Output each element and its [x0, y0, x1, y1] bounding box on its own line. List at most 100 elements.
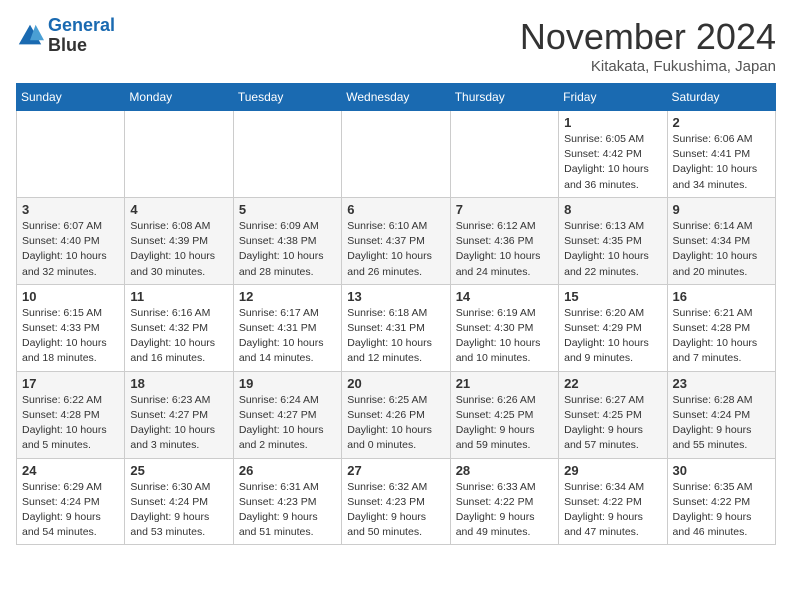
day-cell: 11 Sunrise: 6:16 AMSunset: 4:32 PMDayligh… — [125, 284, 233, 371]
day-info: Sunrise: 6:05 AMSunset: 4:42 PMDaylight:… — [564, 132, 661, 193]
day-cell: 8 Sunrise: 6:13 AMSunset: 4:35 PMDaylight… — [559, 197, 667, 284]
day-number: 25 — [130, 463, 227, 478]
day-info: Sunrise: 6:28 AMSunset: 4:24 PMDaylight:… — [673, 393, 770, 454]
day-cell: 5Sunrise: 6:09 AMSunset: 4:38 PMDaylight… — [233, 197, 341, 284]
day-cell: 27Sunrise: 6:32 AMSunset: 4:23 PMDayligh… — [342, 458, 450, 545]
day-number: 8 — [564, 202, 661, 217]
calendar-body: 1 Sunrise: 6:05 AMSunset: 4:42 PMDaylight… — [17, 111, 776, 545]
day-number: 2 — [673, 115, 770, 130]
day-info: Sunrise: 6:14 AMSunset: 4:34 PMDaylight:… — [673, 219, 770, 280]
day-info: Sunrise: 6:13 AMSunset: 4:35 PMDaylight:… — [564, 219, 661, 280]
day-info: Sunrise: 6:23 AMSunset: 4:27 PMDaylight:… — [130, 393, 227, 454]
day-number: 7 — [456, 202, 553, 217]
day-info: Sunrise: 6:07 AMSunset: 4:40 PMDaylight:… — [22, 219, 119, 280]
day-number: 15 — [564, 289, 661, 304]
header-tuesday: Tuesday — [233, 84, 341, 111]
month-title: November 2024 — [520, 16, 776, 58]
day-number: 28 — [456, 463, 553, 478]
day-info: Sunrise: 6:35 AMSunset: 4:22 PMDaylight:… — [673, 480, 770, 541]
header-row: SundayMondayTuesdayWednesdayThursdayFrid… — [17, 84, 776, 111]
day-number: 5 — [239, 202, 336, 217]
day-cell: 12Sunrise: 6:17 AMSunset: 4:31 PMDayligh… — [233, 284, 341, 371]
day-info: Sunrise: 6:18 AMSunset: 4:31 PMDaylight:… — [347, 306, 444, 367]
logo-icon — [16, 22, 44, 50]
day-cell: 9Sunrise: 6:14 AMSunset: 4:34 PMDaylight… — [667, 197, 775, 284]
day-info: Sunrise: 6:27 AMSunset: 4:25 PMDaylight:… — [564, 393, 661, 454]
day-cell: 19 Sunrise: 6:24 AMSunset: 4:27 PMDayligh… — [233, 371, 341, 458]
header-sunday: Sunday — [17, 84, 125, 111]
header-thursday: Thursday — [450, 84, 558, 111]
day-cell — [233, 111, 341, 198]
day-info: Sunrise: 6:29 AMSunset: 4:24 PMDaylight:… — [22, 480, 119, 541]
day-cell: 13 Sunrise: 6:18 AMSunset: 4:31 PMDayligh… — [342, 284, 450, 371]
day-number: 23 — [673, 376, 770, 391]
calendar-table: SundayMondayTuesdayWednesdayThursdayFrid… — [16, 83, 776, 545]
day-cell — [450, 111, 558, 198]
day-info: Sunrise: 6:30 AMSunset: 4:24 PMDaylight:… — [130, 480, 227, 541]
day-info: Sunrise: 6:12 AMSunset: 4:36 PMDaylight:… — [456, 219, 553, 280]
week-row-2: 3Sunrise: 6:07 AMSunset: 4:40 PMDaylight… — [17, 197, 776, 284]
day-cell: 23 Sunrise: 6:28 AMSunset: 4:24 PMDayligh… — [667, 371, 775, 458]
day-number: 4 — [130, 202, 227, 217]
day-cell: 25 Sunrise: 6:30 AMSunset: 4:24 PMDayligh… — [125, 458, 233, 545]
day-cell: 22Sunrise: 6:27 AMSunset: 4:25 PMDayligh… — [559, 371, 667, 458]
day-info: Sunrise: 6:20 AMSunset: 4:29 PMDaylight:… — [564, 306, 661, 367]
day-info: Sunrise: 6:21 AMSunset: 4:28 PMDaylight:… — [673, 306, 770, 367]
day-cell — [17, 111, 125, 198]
day-number: 16 — [673, 289, 770, 304]
day-cell: 6 Sunrise: 6:10 AMSunset: 4:37 PMDaylight… — [342, 197, 450, 284]
header-friday: Friday — [559, 84, 667, 111]
day-cell: 7 Sunrise: 6:12 AMSunset: 4:36 PMDaylight… — [450, 197, 558, 284]
header-monday: Monday — [125, 84, 233, 111]
week-row-1: 1 Sunrise: 6:05 AMSunset: 4:42 PMDaylight… — [17, 111, 776, 198]
day-number: 30 — [673, 463, 770, 478]
day-info: Sunrise: 6:32 AMSunset: 4:23 PMDaylight:… — [347, 480, 444, 541]
day-info: Sunrise: 6:26 AMSunset: 4:25 PMDaylight:… — [456, 393, 553, 454]
day-cell: 28 Sunrise: 6:33 AMSunset: 4:22 PMDayligh… — [450, 458, 558, 545]
day-cell: 18 Sunrise: 6:23 AMSunset: 4:27 PMDayligh… — [125, 371, 233, 458]
day-cell: 3Sunrise: 6:07 AMSunset: 4:40 PMDaylight… — [17, 197, 125, 284]
day-cell: 1 Sunrise: 6:05 AMSunset: 4:42 PMDaylight… — [559, 111, 667, 198]
day-number: 29 — [564, 463, 661, 478]
day-cell: 29 Sunrise: 6:34 AMSunset: 4:22 PMDayligh… — [559, 458, 667, 545]
day-info: Sunrise: 6:34 AMSunset: 4:22 PMDaylight:… — [564, 480, 661, 541]
day-cell: 30 Sunrise: 6:35 AMSunset: 4:22 PMDayligh… — [667, 458, 775, 545]
day-number: 18 — [130, 376, 227, 391]
day-cell: 16 Sunrise: 6:21 AMSunset: 4:28 PMDayligh… — [667, 284, 775, 371]
week-row-4: 17Sunrise: 6:22 AMSunset: 4:28 PMDayligh… — [17, 371, 776, 458]
day-info: Sunrise: 6:08 AMSunset: 4:39 PMDaylight:… — [130, 219, 227, 280]
day-number: 17 — [22, 376, 119, 391]
day-number: 24 — [22, 463, 119, 478]
day-number: 14 — [456, 289, 553, 304]
day-number: 1 — [564, 115, 661, 130]
week-row-5: 24 Sunrise: 6:29 AMSunset: 4:24 PMDayligh… — [17, 458, 776, 545]
day-cell: 15 Sunrise: 6:20 AMSunset: 4:29 PMDayligh… — [559, 284, 667, 371]
day-cell: 24 Sunrise: 6:29 AMSunset: 4:24 PMDayligh… — [17, 458, 125, 545]
page-header: General Blue November 2024 Kitakata, Fuk… — [16, 16, 776, 75]
day-number: 21 — [456, 376, 553, 391]
day-number: 13 — [347, 289, 444, 304]
day-number: 11 — [130, 289, 227, 304]
logo: General Blue — [16, 16, 115, 56]
day-number: 12 — [239, 289, 336, 304]
day-number: 26 — [239, 463, 336, 478]
day-cell — [342, 111, 450, 198]
calendar-header: SundayMondayTuesdayWednesdayThursdayFrid… — [17, 84, 776, 111]
day-info: Sunrise: 6:24 AMSunset: 4:27 PMDaylight:… — [239, 393, 336, 454]
day-cell: 2Sunrise: 6:06 AMSunset: 4:41 PMDaylight… — [667, 111, 775, 198]
day-info: Sunrise: 6:19 AMSunset: 4:30 PMDaylight:… — [456, 306, 553, 367]
day-cell: 26 Sunrise: 6:31 AMSunset: 4:23 PMDayligh… — [233, 458, 341, 545]
day-cell: 4 Sunrise: 6:08 AMSunset: 4:39 PMDaylight… — [125, 197, 233, 284]
day-info: Sunrise: 6:33 AMSunset: 4:22 PMDaylight:… — [456, 480, 553, 541]
day-info: Sunrise: 6:31 AMSunset: 4:23 PMDaylight:… — [239, 480, 336, 541]
logo-text: General Blue — [48, 16, 115, 56]
day-number: 19 — [239, 376, 336, 391]
day-number: 20 — [347, 376, 444, 391]
day-number: 6 — [347, 202, 444, 217]
day-info: Sunrise: 6:10 AMSunset: 4:37 PMDaylight:… — [347, 219, 444, 280]
day-cell: 21 Sunrise: 6:26 AMSunset: 4:25 PMDayligh… — [450, 371, 558, 458]
week-row-3: 10Sunrise: 6:15 AMSunset: 4:33 PMDayligh… — [17, 284, 776, 371]
day-cell — [125, 111, 233, 198]
day-cell: 20Sunrise: 6:25 AMSunset: 4:26 PMDayligh… — [342, 371, 450, 458]
day-info: Sunrise: 6:16 AMSunset: 4:32 PMDaylight:… — [130, 306, 227, 367]
